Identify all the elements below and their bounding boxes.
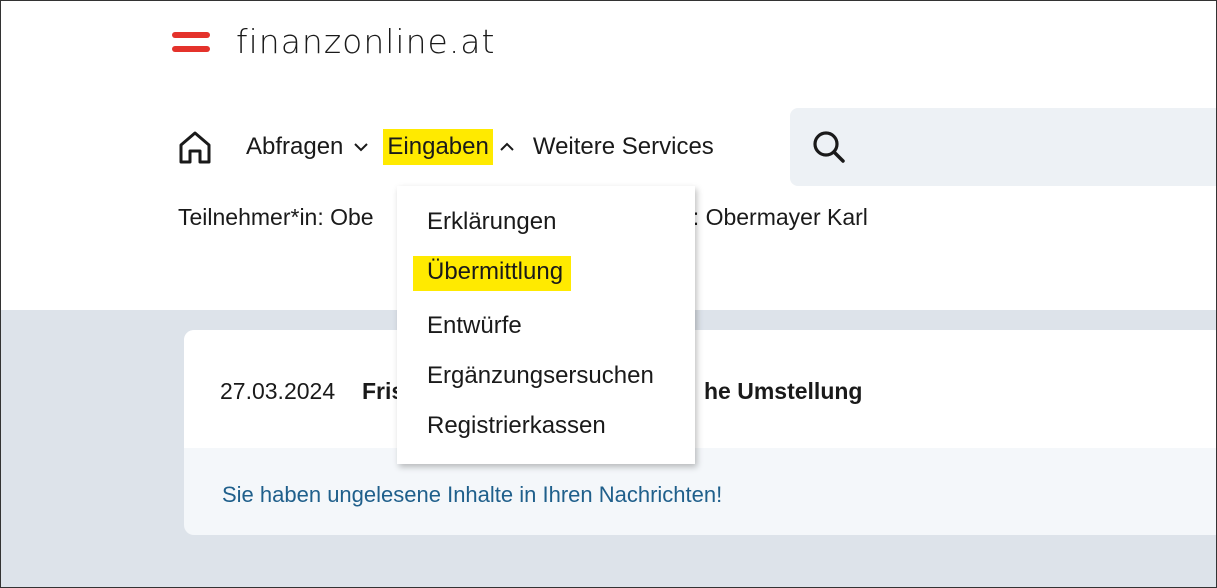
nav-abfragen[interactable]: Abfragen	[242, 129, 383, 165]
menu-item-label: Übermittlung	[413, 256, 572, 291]
eingaben-dropdown-menu: Erklärungen Übermittlung Entwürfe Ergänz…	[397, 186, 695, 464]
main-nav: Abfragen Eingaben Weitere Services	[176, 122, 718, 172]
austria-flag-icon	[172, 28, 210, 56]
news-card: 27.03.2024 Fris he Umstellung Sie haben …	[184, 330, 1217, 535]
nav-abfragen-label: Abfragen	[246, 133, 344, 160]
logo[interactable]: finanzonline.at	[172, 22, 495, 61]
menu-item-label: Ergänzungsersuchen	[427, 362, 654, 389]
menu-item-label: Entwürfe	[427, 312, 522, 339]
chevron-up-icon	[499, 138, 517, 156]
participant-name: n: Obermayer Karl	[680, 204, 868, 230]
menu-item-registrierkassen[interactable]: Registrierkassen	[427, 412, 606, 440]
menu-item-label: Registrierkassen	[427, 412, 606, 439]
menu-item-entwuerfe[interactable]: Entwürfe	[427, 312, 522, 340]
nav-eingaben-label: Eingaben	[383, 129, 493, 165]
nav-weitere-services[interactable]: Weitere Services	[529, 129, 718, 165]
home-icon[interactable]	[176, 128, 214, 166]
menu-item-ergaenzungsersuchen[interactable]: Ergänzungsersuchen	[427, 362, 654, 390]
search-icon[interactable]	[810, 128, 848, 166]
news-item[interactable]	[184, 330, 1217, 448]
news-date: 27.03.2024	[220, 378, 336, 404]
nav-eingaben[interactable]: Eingaben	[383, 129, 528, 165]
search-bar[interactable]	[790, 108, 1217, 186]
unread-messages-link[interactable]: Sie haben ungelesene Inhalte in Ihren Na…	[222, 482, 722, 508]
news-title-end[interactable]: he Umstellung	[704, 378, 862, 405]
menu-item-uebermittlung[interactable]: Übermittlung	[413, 256, 572, 291]
menu-item-erklaerungen[interactable]: Erklärungen	[427, 208, 556, 236]
chevron-down-icon	[353, 138, 371, 156]
nav-weitere-services-label: Weitere Services	[532, 133, 714, 160]
menu-item-label: Erklärungen	[427, 208, 557, 235]
participant-label: Teilnehmer*in: Obe	[178, 204, 374, 230]
logo-text: finanzonline.at	[236, 22, 496, 61]
